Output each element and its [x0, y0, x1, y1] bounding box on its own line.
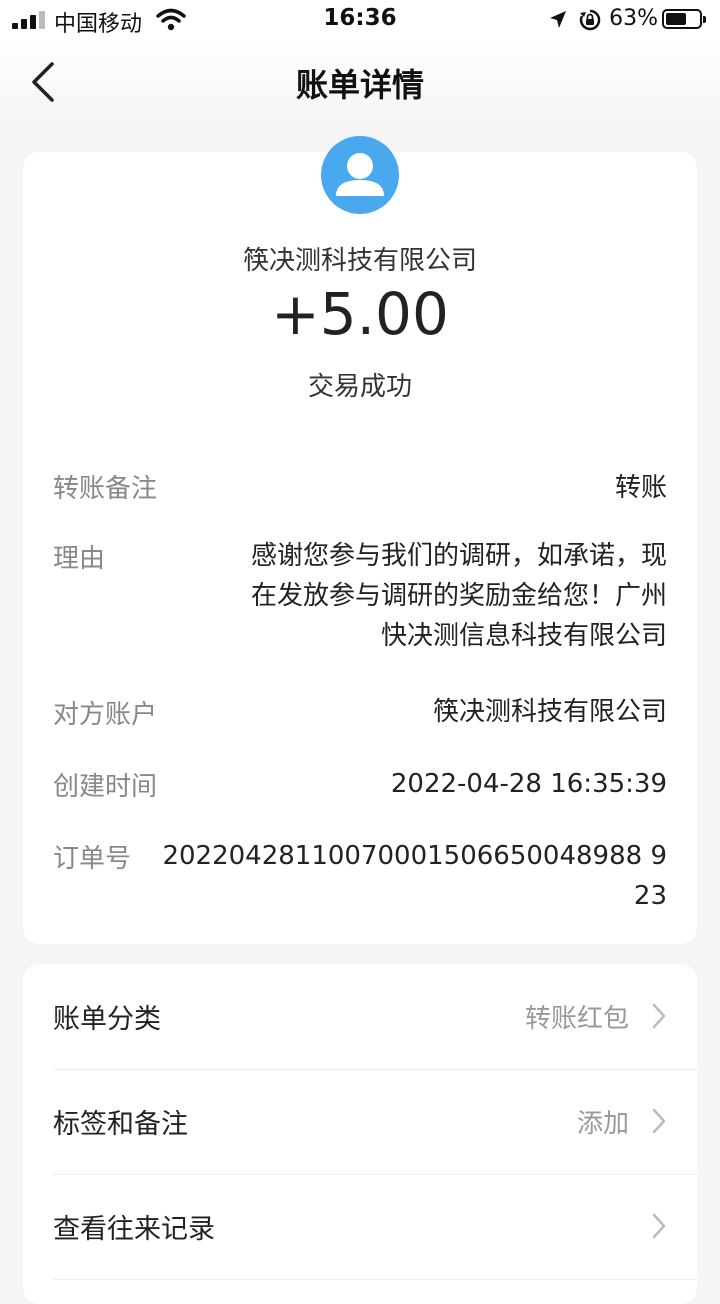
bill-category-label: 账单分类 [53, 1004, 161, 1035]
transaction-card: 筷决测科技有限公司 +5.00 交易成功 转账备注 转账 理由 感谢您参与我们的… [23, 136, 697, 944]
order-number-value[interactable]: 20220428110070001506650048988 9 23 [162, 836, 667, 916]
reason-line: 感谢您参与我们的调研，如承诺，现 [250, 541, 667, 571]
tags-notes-label: 标签和备注 [53, 1109, 188, 1140]
reason-line: 在发放参与调研的奖励金给您！广州 [250, 581, 667, 611]
counterparty-value: 筷决测科技有限公司 [432, 697, 667, 727]
page-title: 账单详情 [295, 66, 424, 104]
payer-name: 筷决测科技有限公司 [242, 246, 477, 276]
history-label: 查看往来记录 [53, 1214, 215, 1245]
tags-notes-row[interactable]: 标签和备注 添加 [23, 1069, 697, 1174]
tags-notes-value: 添加 [576, 1109, 629, 1139]
bill-category-value: 转账红包 [524, 1004, 629, 1034]
bill-category-row[interactable]: 账单分类 转账红包 [23, 964, 697, 1069]
counterparty-label: 对方账户 [53, 700, 158, 730]
history-row[interactable]: 查看往来记录 [23, 1174, 697, 1279]
memo-value: 转账 [614, 473, 667, 503]
nav-bar: 账单详情 [0, 40, 720, 124]
reason-label: 理由 [53, 544, 106, 574]
memo-label: 转账备注 [53, 474, 158, 504]
reason-value: 感谢您参与我们的调研，如承诺，现 在发放参与调研的奖励金给您！广州 快决测信息科… [251, 536, 667, 656]
options-card: 账单分类 转账红包 标签和备注 添加 查看往来记录 [23, 964, 697, 1304]
reason-line: 快决测信息科技有限公司 [380, 621, 667, 651]
order-number-line: 20220428110070001506650048988 9 [162, 841, 667, 871]
chevron-right-icon [652, 1108, 666, 1134]
amount: +5.00 [271, 280, 449, 348]
battery-icon [662, 9, 706, 29]
order-number-label: 订单号 [53, 844, 132, 874]
rotation-lock-icon [579, 9, 601, 31]
order-number-line: 23 [633, 881, 667, 911]
battery-percent: 63% [609, 6, 658, 31]
transaction-status: 交易成功 [307, 372, 412, 402]
created-time-label: 创建时间 [53, 772, 158, 802]
created-time-value: 2022-04-28 16:35:39 [390, 769, 667, 799]
status-bar: 中国移动 16:36 63% [0, 0, 720, 40]
chevron-right-icon [652, 1003, 666, 1029]
user-avatar-icon [321, 136, 399, 214]
chevron-right-icon [652, 1213, 666, 1239]
location-icon [550, 11, 566, 28]
